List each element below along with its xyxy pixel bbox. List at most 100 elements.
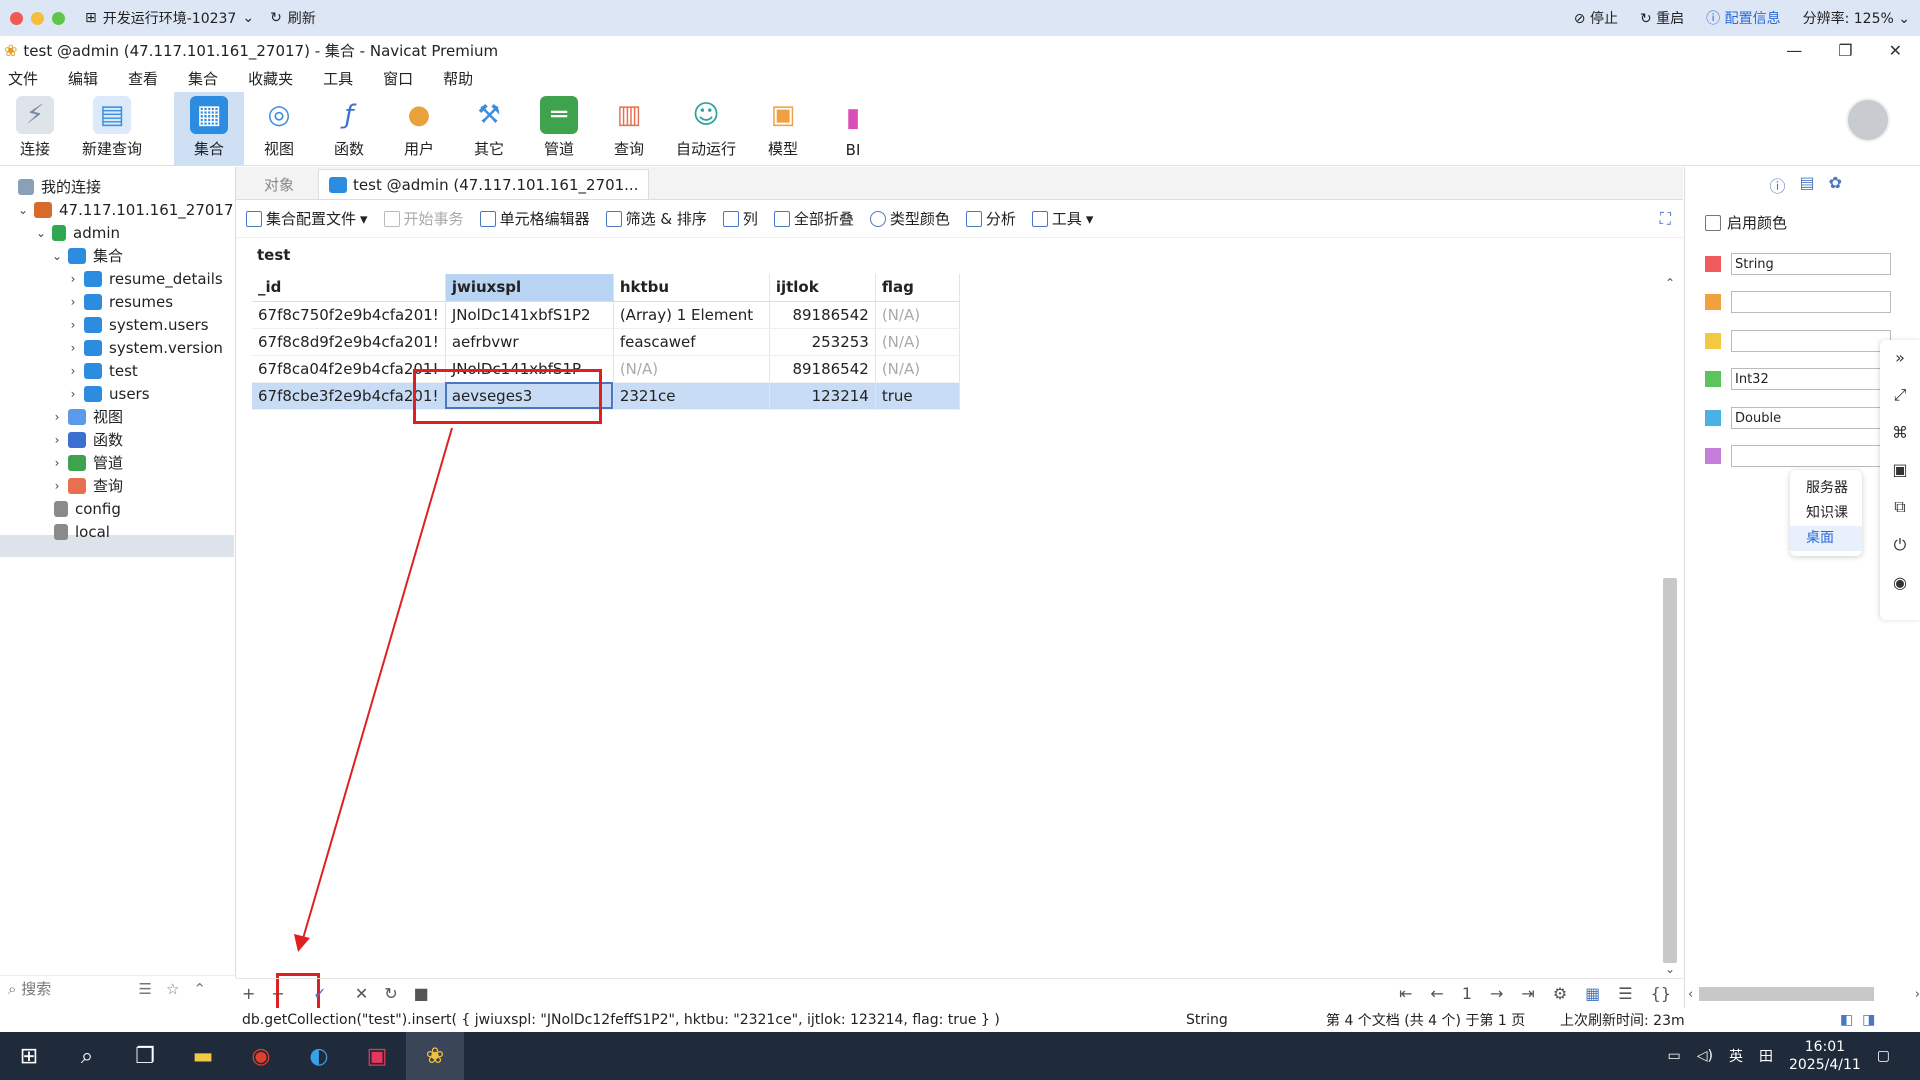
collapse-all-button[interactable]: 全部折叠 — [773, 208, 854, 229]
menu-favorites[interactable]: 收藏夹 — [248, 68, 293, 89]
toolbar-bi[interactable]: ▮ BI — [818, 92, 888, 165]
color-type-field[interactable]: String — [1731, 253, 1891, 275]
color-row[interactable] — [1705, 445, 1891, 467]
color-swatch[interactable] — [1705, 256, 1721, 272]
color-type-field[interactable]: Double — [1731, 407, 1891, 429]
scroll-down-icon[interactable]: ⌄ — [1660, 962, 1680, 976]
color-swatch[interactable] — [1705, 333, 1721, 349]
table-row[interactable]: 67f8c8d9f2e9b4cfa201! aefrbvwr feascawef… — [252, 328, 960, 356]
cell-hktbu[interactable]: feascawef — [613, 328, 770, 356]
file-explorer-icon[interactable]: ▬ — [174, 1032, 232, 1080]
tree-root[interactable]: 我的连接 — [18, 175, 101, 198]
restore-icon[interactable]: ❐ — [1838, 41, 1852, 60]
tree-db-admin[interactable]: ⌄ admin — [34, 221, 120, 244]
toolbar-model[interactable]: ▣ 模型 — [748, 92, 818, 165]
menu-edit[interactable]: 编辑 — [68, 68, 98, 89]
color-row[interactable]: String — [1705, 253, 1891, 275]
profile-dropdown[interactable]: 集合配置文件 ▾ — [246, 208, 368, 229]
cell-flag[interactable]: true — [875, 382, 960, 410]
copy-icon[interactable]: ⧉ — [1894, 497, 1905, 517]
menu-collection[interactable]: 集合 — [188, 68, 218, 89]
next-page-icon[interactable]: → — [1490, 984, 1503, 1003]
page-number[interactable]: 1 — [1462, 984, 1472, 1003]
filter-sort-button[interactable]: 筛选 & 排序 — [605, 208, 707, 229]
color-row[interactable] — [1705, 291, 1891, 313]
table-row[interactable]: 67f8c750f2e9b4cfa201! JNolDc141xbfS1P2 (… — [252, 301, 960, 329]
minimize-icon[interactable]: — — [1786, 41, 1802, 60]
scroll-left-icon[interactable]: ‹ — [1688, 987, 1693, 1002]
tab-test-collection[interactable]: test @admin (47.117.101.161_2701... — [318, 169, 650, 199]
toolbar-function[interactable]: ƒ 函数 — [314, 92, 384, 165]
toolbar-pipeline[interactable]: ═ 管道 — [524, 92, 594, 165]
tree-collection-item[interactable]: › system.users — [66, 313, 209, 336]
settings-icon[interactable]: ⚙ — [1553, 984, 1567, 1003]
tree-view-icon[interactable]: ☰ — [1618, 984, 1632, 1003]
nav-search[interactable]: ⌕ 搜索 ☰ ☆ ⌃ — [0, 975, 234, 1001]
color-swatch[interactable] — [1705, 294, 1721, 310]
toolbar-connect[interactable]: ⚡ 连接 — [0, 92, 70, 165]
analyze-button[interactable]: 分析 — [965, 208, 1016, 229]
column-header-hktbu[interactable]: hktbu — [613, 274, 770, 302]
cell-ijtlok[interactable]: 89186542 — [769, 355, 876, 383]
column-header-flag[interactable]: flag — [875, 274, 960, 302]
refresh-button[interactable]: 刷新 — [288, 8, 316, 28]
toolbar-view[interactable]: ◎ 视图 — [244, 92, 314, 165]
discard-changes-icon[interactable]: ✕ — [355, 984, 368, 1003]
menu-file[interactable]: 文件 — [8, 68, 38, 89]
cell-flag[interactable]: (N/A) — [875, 301, 960, 329]
menu-window[interactable]: 窗口 — [383, 68, 413, 89]
task-view-icon[interactable]: ❐ — [116, 1032, 174, 1080]
enable-color-checkbox[interactable]: 启用颜色 — [1705, 212, 1787, 233]
scroll-right-icon[interactable]: › — [1915, 987, 1920, 1002]
delete-record-icon[interactable]: − — [271, 984, 284, 1003]
menu-view[interactable]: 查看 — [128, 68, 158, 89]
type-color-button[interactable]: 类型颜色 — [869, 208, 950, 229]
toolbar-automation[interactable]: ☺ 自动运行 — [664, 92, 748, 165]
color-row[interactable] — [1705, 330, 1891, 352]
config-info-button[interactable]: ⓘ 配置信息 — [1706, 8, 1780, 28]
begin-transaction-button[interactable]: 开始事务 — [383, 208, 464, 229]
cell-ijtlok[interactable]: 89186542 — [769, 301, 876, 329]
toolbar-other[interactable]: ⚒ 其它 — [454, 92, 524, 165]
cell-jwiuxspl[interactable]: aefrbvwr — [445, 328, 614, 356]
first-page-icon[interactable]: ⇤ — [1399, 984, 1412, 1003]
color-swatch[interactable] — [1705, 410, 1721, 426]
last-page-icon[interactable]: ⇥ — [1521, 984, 1534, 1003]
stop-button[interactable]: ⊘ 停止 — [1574, 8, 1618, 28]
cell-flag[interactable]: (N/A) — [875, 355, 960, 383]
side-menu-course[interactable]: 知识课 — [1790, 501, 1862, 526]
color-icon[interactable]: ✿ — [1829, 173, 1842, 197]
checkbox[interactable] — [1705, 214, 1721, 231]
column-header-ijtlok[interactable]: ijtlok — [769, 274, 876, 302]
tree-collections-group[interactable]: ⌄ 集合 — [50, 244, 123, 267]
tree-collection-item[interactable]: › system.version — [66, 336, 223, 359]
cell-flag[interactable]: (N/A) — [875, 328, 960, 356]
window-icon[interactable]: ▣ — [1892, 460, 1907, 479]
refresh-icon[interactable]: ↻ — [384, 984, 397, 1003]
collapse-right-icon[interactable]: » — [1895, 348, 1905, 367]
tree-queries-group[interactable]: › 查询 — [50, 474, 123, 497]
tree-collection-item-selected[interactable]: › test — [66, 359, 138, 382]
chrome-icon[interactable]: ◉ — [232, 1032, 290, 1080]
menu-tools[interactable]: 工具 — [323, 68, 353, 89]
panel-left-icon[interactable]: ◧ — [1840, 1012, 1853, 1028]
tree-collection-item[interactable]: › resumes — [66, 290, 173, 313]
ime-indicator[interactable]: 英 — [1729, 1046, 1743, 1066]
color-swatch[interactable] — [1705, 371, 1721, 387]
intellij-icon[interactable]: ▣ — [348, 1032, 406, 1080]
tree-collection-item[interactable]: › resume_details — [66, 267, 223, 290]
tree-db-config[interactable]: config — [54, 497, 121, 520]
minimize-dot[interactable] — [31, 11, 44, 25]
cell-jwiuxspl[interactable]: JNolDc141xbfS1P2 — [445, 301, 614, 329]
close-dot[interactable] — [10, 11, 23, 25]
maximize-dot[interactable] — [52, 11, 65, 25]
table-row[interactable]: 67f8ca04f2e9b4cfa201! JNolDc141xbfS1P (N… — [252, 355, 960, 383]
star-icon[interactable]: ☆ — [166, 980, 179, 998]
color-row[interactable]: Int32 — [1705, 368, 1891, 390]
fullscreen-icon[interactable]: ⛶ — [1660, 209, 1671, 229]
tree-views-group[interactable]: › 视图 — [50, 405, 123, 428]
cell-id[interactable]: 67f8c750f2e9b4cfa201! — [252, 301, 446, 329]
cell-ijtlok[interactable]: 123214 — [769, 382, 876, 410]
power-icon[interactable]: ⏻ — [1894, 535, 1907, 555]
tree-connection[interactable]: ⌄ 47.117.101.161_27017 — [16, 198, 234, 221]
